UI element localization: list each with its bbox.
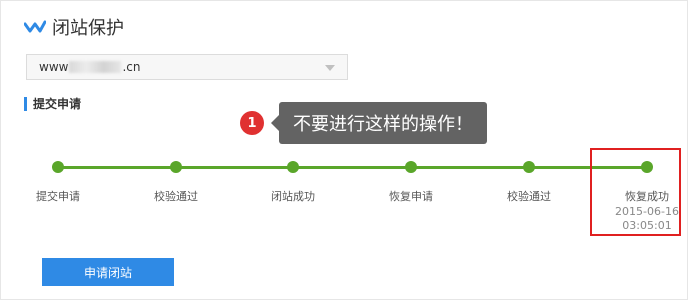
apply-close-button[interactable]: 申请闭站	[42, 258, 174, 286]
step-label-2: 校验通过	[154, 190, 198, 203]
chevron-down-icon[interactable]	[325, 65, 335, 71]
annotation-callout: 1 不要进行这样的操作！	[240, 102, 487, 144]
annotation-number-badge: 1	[240, 111, 264, 135]
step-label-1: 提交申请	[36, 190, 80, 203]
domain-value: www .cn	[39, 60, 140, 74]
page-frame	[0, 0, 688, 300]
section-marker	[24, 96, 27, 111]
page-header: 闭站保护	[24, 14, 124, 40]
domain-suffix: .cn	[122, 60, 141, 74]
step-label-5: 校验通过	[507, 190, 551, 203]
step-dot-1	[52, 161, 64, 173]
step-dot-4	[405, 161, 417, 173]
section-title: 提交申请	[33, 97, 82, 111]
step-dot-5	[523, 161, 535, 173]
step-dot-3	[287, 161, 299, 173]
step-label-4: 恢复申请	[389, 190, 433, 203]
annotation-bubble: 不要进行这样的操作！	[271, 102, 487, 144]
progress-track	[58, 166, 647, 169]
highlight-box	[590, 148, 681, 236]
domain-select[interactable]: www .cn	[26, 54, 348, 80]
check-logo-icon	[24, 20, 46, 33]
page-title: 闭站保护	[52, 18, 124, 39]
section-heading: 提交申请	[24, 95, 81, 112]
step-dot-2	[170, 161, 182, 173]
step-label-3: 闭站成功	[271, 190, 315, 203]
domain-redacted	[69, 61, 122, 73]
domain-prefix: www	[39, 60, 69, 74]
